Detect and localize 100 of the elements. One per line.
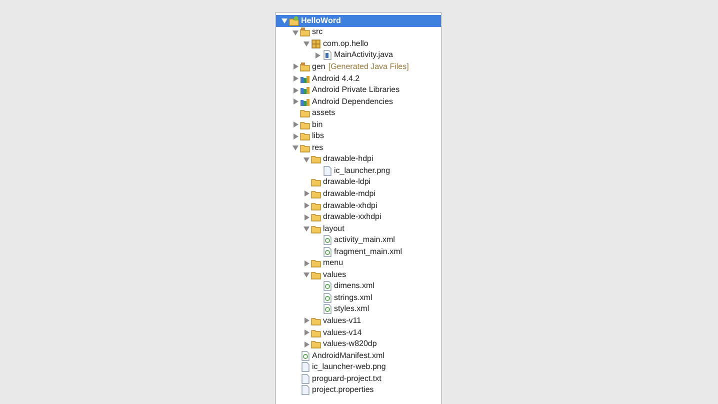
xml-file-icon: [322, 246, 332, 257]
project-folder-icon: [289, 16, 299, 26]
expand-arrow-icon[interactable]: [303, 202, 310, 210]
xml-file-icon: [300, 350, 310, 361]
expand-arrow-icon[interactable]: [292, 98, 299, 106]
tree-item[interactable]: values: [276, 269, 441, 281]
library-icon: [300, 85, 310, 96]
item-label: styles.xml: [334, 305, 370, 314]
source-folder-icon: [300, 27, 310, 38]
tree-item[interactable]: proguard-project.txt: [276, 372, 441, 384]
tree-item[interactable]: dimens.xml: [276, 280, 441, 292]
collapse-arrow-icon[interactable]: [303, 225, 310, 232]
library-icon: [300, 74, 310, 84]
java-file-icon: [322, 50, 332, 60]
tree-item[interactable]: strings.xml: [276, 292, 441, 304]
tree-item[interactable]: assets: [276, 107, 441, 119]
tree-item[interactable]: ic_launcher.png: [276, 165, 441, 177]
item-annotation: [Generated Java Files]: [328, 62, 409, 71]
tree-item[interactable]: values-v14: [276, 326, 441, 338]
folder-icon: [311, 188, 321, 199]
expand-arrow-icon[interactable]: [303, 340, 310, 348]
tree-item[interactable]: res: [276, 142, 441, 154]
tree-item[interactable]: drawable-xxhdpi: [276, 211, 441, 223]
tree-item[interactable]: values-v11: [276, 315, 441, 327]
item-label: drawable-ldpi: [323, 178, 371, 186]
folder-icon: [311, 224, 321, 234]
file-icon: [322, 166, 332, 176]
tree-item[interactable]: gen [Generated Java Files]: [276, 61, 441, 73]
item-label: dimens.xml: [334, 282, 374, 290]
expand-arrow-icon[interactable]: [303, 214, 310, 221]
expand-arrow-icon[interactable]: [303, 317, 310, 324]
xml-file-icon: [322, 292, 332, 303]
tree-item[interactable]: fragment_main.xml: [276, 246, 441, 258]
tree-item[interactable]: ic_launcher-web.png: [276, 361, 441, 373]
tree-item[interactable]: Android Private Libraries: [276, 84, 441, 96]
item-label: src: [312, 28, 323, 36]
collapse-arrow-icon[interactable]: [281, 17, 288, 24]
xml-file-icon: [322, 235, 332, 246]
expand-arrow-icon[interactable]: [303, 190, 310, 198]
tree-item[interactable]: menu: [276, 257, 441, 270]
library-icon: [300, 96, 310, 107]
expand-arrow-icon[interactable]: [292, 75, 299, 82]
tree-item[interactable]: MainActivity.java: [276, 50, 441, 62]
tree-item[interactable]: com.op.hello: [276, 38, 441, 50]
tree-item[interactable]: project.properties: [276, 384, 441, 396]
folder-icon: [311, 270, 321, 280]
item-label: values-v11: [323, 316, 362, 325]
tree-item[interactable]: activity_main.xml: [276, 234, 441, 246]
collapse-arrow-icon[interactable]: [303, 271, 310, 278]
item-label: activity_main.xml: [334, 236, 395, 244]
folder-icon: [311, 200, 321, 211]
expand-arrow-icon[interactable]: [303, 260, 310, 267]
file-icon: [300, 385, 310, 396]
collapse-arrow-icon[interactable]: [303, 156, 310, 163]
item-label: gen: [312, 62, 326, 71]
folder-icon: [300, 120, 310, 130]
tree-item[interactable]: drawable-ldpi: [276, 176, 441, 188]
tree-item[interactable]: drawable-mdpi: [276, 188, 441, 200]
folder-icon: [311, 339, 321, 350]
tree-item[interactable]: AndroidManifest.xml: [276, 350, 441, 362]
expand-arrow-icon[interactable]: [292, 86, 299, 94]
item-label: drawable-xxhdpi: [323, 213, 382, 222]
item-label: com.op.hello: [323, 40, 368, 48]
collapse-arrow-icon[interactable]: [292, 28, 299, 36]
tree-item[interactable]: libs: [276, 130, 441, 142]
tree-item[interactable]: HelloWord: [276, 15, 441, 27]
item-label: AndroidManifest.xml: [312, 352, 384, 360]
tree-item[interactable]: values-w820dp: [276, 338, 441, 350]
tree-item[interactable]: layout: [276, 222, 441, 234]
tree-item[interactable]: Android Dependencies: [276, 96, 441, 108]
tree-item[interactable]: src: [276, 26, 441, 38]
expand-arrow-icon[interactable]: [314, 52, 321, 59]
folder-icon: [300, 131, 310, 142]
item-label: Android Dependencies: [312, 98, 393, 106]
expand-arrow-icon[interactable]: [292, 121, 299, 128]
item-label: ic_launcher.png: [334, 166, 390, 175]
folder-icon: [311, 177, 321, 188]
package-icon: [311, 38, 321, 49]
item-label: Android 4.4.2: [312, 74, 360, 82]
item-label: values-w820dp: [323, 340, 377, 348]
item-label: strings.xml: [334, 294, 372, 302]
item-label: ic_launcher-web.png: [312, 363, 386, 372]
expand-arrow-icon[interactable]: [292, 132, 299, 140]
item-label: proguard-project.txt: [312, 374, 382, 383]
folder-icon: [311, 154, 321, 164]
tree-item[interactable]: bin: [276, 118, 441, 130]
item-label: values: [323, 270, 346, 279]
tree-item[interactable]: Android 4.4.2: [276, 72, 441, 84]
item-label: libs: [312, 132, 324, 140]
tree-item[interactable]: drawable-hdpi: [276, 154, 441, 166]
tree-item[interactable]: drawable-xhdpi: [276, 200, 441, 212]
item-label: drawable-xhdpi: [323, 202, 378, 210]
folder-icon: [311, 212, 321, 222]
folder-icon: [311, 258, 321, 268]
tree-item[interactable]: styles.xml: [276, 304, 441, 316]
item-label: values-v14: [323, 328, 362, 337]
collapse-arrow-icon[interactable]: [303, 40, 310, 48]
collapse-arrow-icon[interactable]: [292, 144, 299, 152]
expand-arrow-icon[interactable]: [292, 63, 299, 70]
expand-arrow-icon[interactable]: [303, 329, 310, 336]
